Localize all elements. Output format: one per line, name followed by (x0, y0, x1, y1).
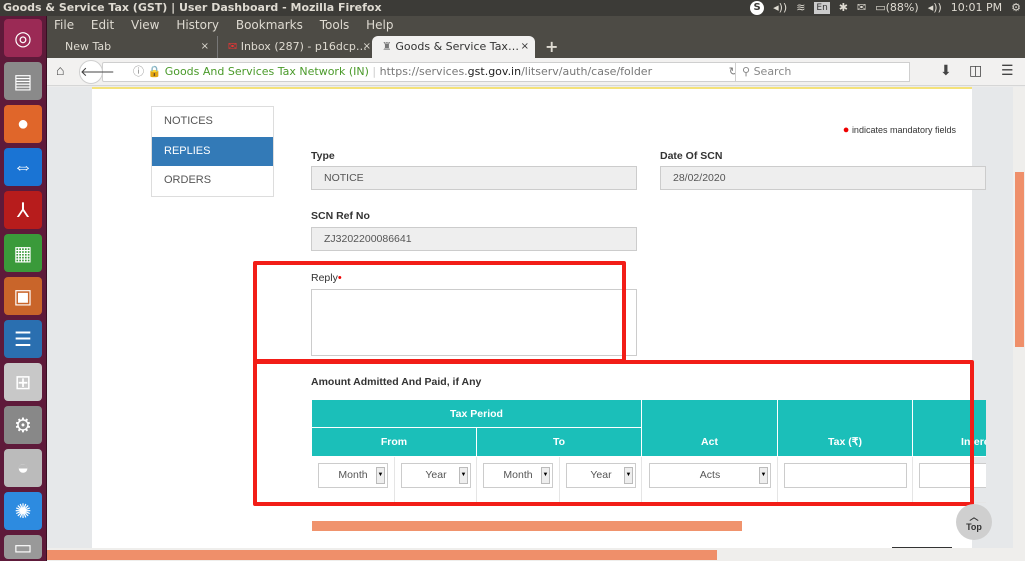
search-input[interactable]: ⚲ Search (735, 62, 910, 82)
ubuntu-dash-icon[interactable]: ◎ (4, 19, 42, 57)
battery-icon[interactable]: ▭(88%) (875, 0, 918, 16)
vertical-scrollbar[interactable] (1013, 87, 1025, 561)
close-tab-icon[interactable]: × (521, 36, 529, 58)
libreoffice-writer-icon[interactable]: ☰ (4, 320, 42, 358)
home-icon[interactable]: ⌂ (56, 62, 64, 78)
url-domain: gst.gov.in (467, 65, 522, 78)
url-prefix: https://services. (379, 65, 468, 78)
search-placeholder: Search (753, 65, 792, 78)
os-top-panel: Goods & Service Tax (GST) | User Dashboa… (0, 0, 1025, 16)
search-icon: ⚲ (742, 65, 751, 78)
annotation-box-amount (253, 360, 974, 506)
back-to-top-button[interactable]: ︿ Top (956, 504, 992, 540)
horizontal-scroll-thumb[interactable] (47, 550, 717, 560)
page-viewport: NOTICES REPLIES ORDERS ● indicates manda… (47, 87, 1013, 548)
menu-file[interactable]: File (54, 16, 74, 34)
clock[interactable]: 10:01 PM (951, 0, 1002, 16)
close-tab-icon[interactable]: × (363, 36, 371, 58)
menu-bar: File Edit View History Bookmarks Tools H… (47, 16, 1025, 34)
menu-tools[interactable]: Tools (320, 16, 350, 34)
firefox-icon[interactable]: ● (4, 105, 42, 143)
libreoffice-calc-icon[interactable]: ▦ (4, 234, 42, 272)
menu-view[interactable]: View (131, 16, 159, 34)
disk-icon[interactable]: ◒ (4, 449, 42, 487)
horizontal-scrollbar[interactable] (47, 548, 1013, 561)
trash-icon[interactable]: ▭ (4, 535, 42, 559)
date-of-scn-label: Date Of SCN (660, 150, 723, 162)
type-field: NOTICE (311, 166, 637, 190)
system-settings-icon[interactable]: ⚙ (4, 406, 42, 444)
lock-icon: 🔒 (147, 65, 162, 78)
window-title: Goods & Service Tax (GST) | User Dashboa… (3, 1, 382, 14)
mandatory-note: ● indicates mandatory fields (843, 124, 956, 136)
hamburger-menu-icon[interactable]: ☰ (1001, 62, 1014, 79)
battery-level: (88%) (885, 1, 919, 14)
tab-new-tab[interactable]: New Tab × (55, 36, 215, 58)
skype-icon[interactable]: S (750, 1, 765, 15)
volume-icon-2[interactable]: ◂)) (928, 0, 942, 16)
url-bar[interactable]: ⓘ 🔒 Goods And Services Tax Network (IN) … (102, 62, 747, 82)
top-label: Top (966, 522, 982, 532)
libreoffice-impress-icon[interactable]: ▣ (4, 277, 42, 315)
vertical-scroll-thumb[interactable] (1015, 172, 1024, 347)
tab-gst[interactable]: ♜ Goods & Service Tax… × (372, 36, 535, 58)
software-center-icon[interactable]: ⊞ (4, 363, 42, 401)
chevron-up-icon: ︿ (969, 512, 979, 522)
sidenav-replies[interactable]: REPLIES (152, 136, 273, 166)
orange-divider-bar (312, 521, 742, 531)
teamviewer-icon[interactable]: ⇔ (4, 148, 42, 186)
date-of-scn-field: 28/02/2020 (660, 166, 986, 190)
tab-bar: New Tab × ✉ Inbox (287) - p16dcp… × ♜ Go… (47, 34, 1025, 58)
gmail-icon: ✉ (228, 40, 238, 53)
sidebar-toggle-icon[interactable]: ◫ (969, 62, 982, 79)
download-icon[interactable]: ⬇ (940, 62, 952, 79)
case-sidenav: NOTICES REPLIES ORDERS (151, 106, 274, 197)
menu-edit[interactable]: Edit (91, 16, 114, 34)
site-identity[interactable]: Goods And Services Tax Network (IN) (165, 65, 369, 78)
menu-help[interactable]: Help (366, 16, 393, 34)
new-tab-button[interactable]: + (535, 36, 558, 58)
url-path: /litserv/auth/case/folder (521, 65, 653, 78)
tab-label: Inbox (287) - p16dcp… (240, 40, 367, 53)
sidenav-notices[interactable]: NOTICES (152, 107, 273, 137)
mandatory-note-text: indicates mandatory fields (851, 125, 956, 135)
power-icon[interactable]: ⚙ (1011, 0, 1021, 16)
files-icon[interactable]: ▤ (4, 62, 42, 100)
close-tab-icon[interactable]: × (201, 36, 209, 58)
wifi-icon[interactable]: ≋ (796, 0, 805, 16)
bluetooth-icon[interactable]: ✱ (839, 0, 848, 16)
type-label: Type (311, 150, 335, 162)
sidenav-orders[interactable]: ORDERS (152, 166, 273, 196)
system-tray: S ◂)) ≋ En ✱ ✉ ▭(88%) ◂)) 10:01 PM ⚙ (750, 0, 1021, 16)
splash-app-icon[interactable]: ✺ (4, 492, 42, 530)
acrobat-reader-icon[interactable]: ⅄ (4, 191, 42, 229)
scn-ref-label: SCN Ref No (311, 210, 370, 222)
unity-launcher: ◎ ▤ ● ⇔ ⅄ ▦ ▣ ☰ ⊞ ⚙ ◒ ✺ ▭ (0, 16, 47, 561)
volume-icon[interactable]: ◂)) (773, 0, 787, 16)
tab-label: Goods & Service Tax… (395, 40, 519, 53)
emblem-icon: ♜ (382, 40, 392, 53)
required-dot-icon: ● (842, 124, 850, 136)
tab-inbox[interactable]: ✉ Inbox (287) - p16dcp… × (217, 36, 377, 58)
scn-ref-field: ZJ3202200086641 (311, 227, 637, 251)
menu-bookmarks[interactable]: Bookmarks (236, 16, 303, 34)
keyboard-layout-icon[interactable]: En (814, 2, 830, 14)
back-button[interactable]: 🡐 (79, 60, 115, 84)
mail-icon[interactable]: ✉ (857, 0, 866, 16)
navigation-toolbar: ⌂ ⓘ 🔒 Goods And Services Tax Network (IN… (47, 58, 1025, 86)
tab-label: New Tab (65, 40, 112, 53)
menu-history[interactable]: History (176, 16, 219, 34)
annotation-box-reply (253, 261, 626, 363)
info-icon[interactable]: ⓘ (133, 65, 144, 78)
